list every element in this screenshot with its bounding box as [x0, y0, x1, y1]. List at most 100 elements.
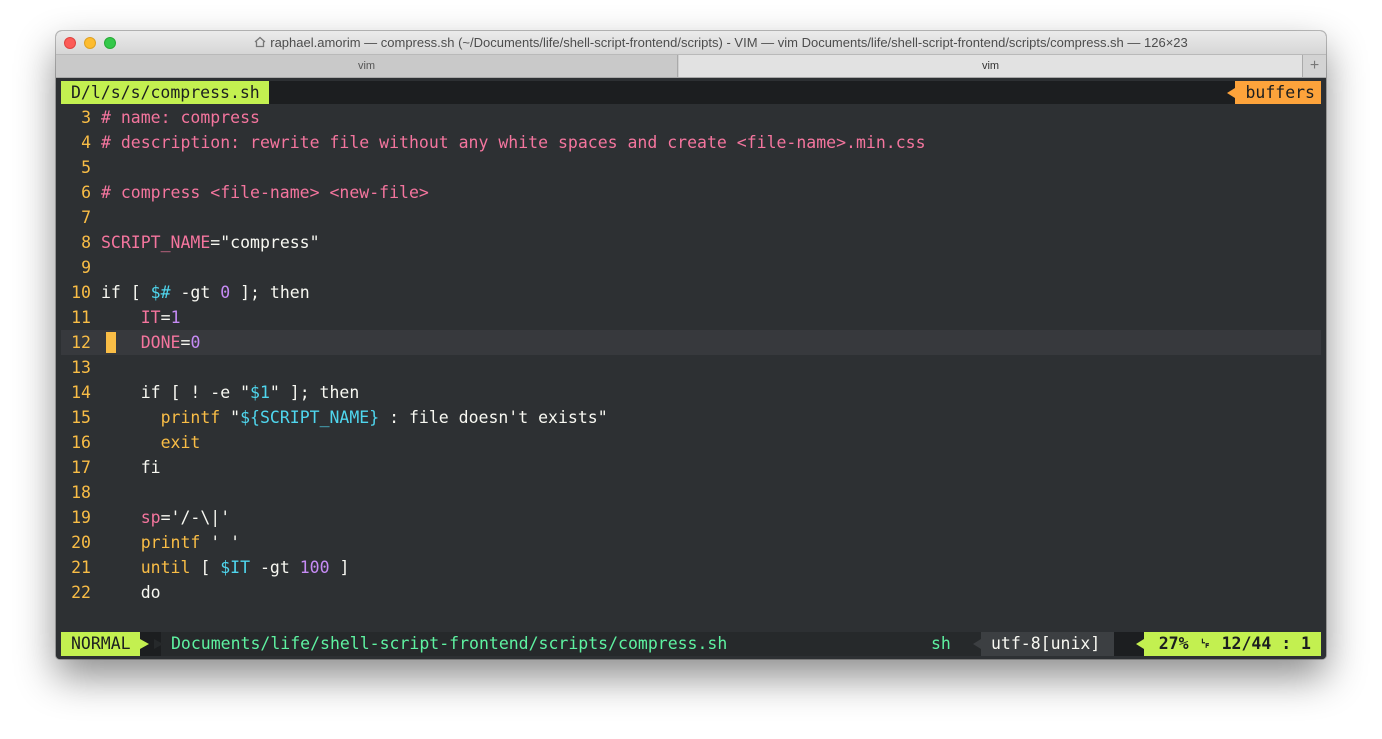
line-number: 14 [71, 383, 91, 402]
line-number: 3 [81, 108, 91, 127]
line-number: 4 [81, 133, 91, 152]
title-bar[interactable]: raphael.amorim — compress.sh (~/Document… [56, 31, 1326, 55]
line-number: 18 [71, 483, 91, 502]
code-line[interactable]: 5 [56, 155, 1326, 180]
line-text: until [ $IT -gt 100 ] [101, 555, 350, 580]
code-line-current[interactable]: 12 DONE=0 [61, 330, 1321, 355]
line-text: printf "${SCRIPT_NAME} : file doesn't ex… [101, 405, 608, 430]
line-number: 6 [81, 183, 91, 202]
code-line[interactable]: 11 IT=1 [56, 305, 1326, 330]
code-token: if [ ! -e " [101, 383, 251, 402]
tab-vim-1[interactable]: vim [56, 55, 678, 77]
code-token: = [180, 333, 191, 352]
code-line[interactable]: 18 [56, 480, 1326, 505]
vim-statusline: Documents/life/shell-script-frontend/scr… [61, 632, 1321, 656]
line-text: # compress <file-name> <new-file> [101, 180, 429, 205]
code-line[interactable]: 21 until [ $IT -gt 100 ] [56, 555, 1326, 580]
code-token: # compress <file-name> <new-file> [101, 183, 429, 202]
code-token: printf [140, 533, 201, 552]
code-token: DONE [140, 333, 181, 352]
code-token: : file doesn't exists" [379, 408, 608, 427]
new-tab-button[interactable]: + [1302, 55, 1326, 77]
line-number: 7 [81, 208, 91, 227]
line-number: 9 [81, 258, 91, 277]
code-token: ] [329, 558, 350, 577]
code-token: $IT [220, 558, 251, 577]
line-text: printf ' ' [101, 530, 240, 555]
line-number: 21 [71, 558, 91, 577]
window-title-text: raphael.amorim — compress.sh (~/Document… [270, 35, 1188, 50]
code-line[interactable]: 20 printf ' ' [56, 530, 1326, 555]
code-token: do [101, 583, 161, 602]
line-number: 8 [81, 233, 91, 252]
code-line[interactable]: 14 if [ ! -e "$1" ]; then [56, 380, 1326, 405]
code-token: if [ [101, 283, 151, 302]
code-token: sp [140, 508, 161, 527]
vim-editor[interactable]: D/l/s/s/compress.sh buffers 3 # name: com… [56, 78, 1326, 659]
code-token: $# [150, 283, 171, 302]
code-token: # name: compress [101, 108, 260, 127]
line-text: do [101, 580, 161, 605]
code-line[interactable]: 7 [56, 205, 1326, 230]
code-token: 0 [190, 333, 201, 352]
line-number: 10 [71, 283, 91, 302]
tab-vim-2[interactable]: vim [679, 55, 1302, 77]
code-token: $1 [250, 383, 270, 402]
code-token: = [160, 308, 171, 327]
code-token: exit [160, 433, 201, 452]
code-line[interactable]: 16 exit [56, 430, 1326, 455]
code-line[interactable]: 8 SCRIPT_NAME="compress" [56, 230, 1326, 255]
code-token: # description: rewrite file without any … [101, 133, 926, 152]
line-number: 15 [71, 408, 91, 427]
line-text: # name: compress [101, 105, 260, 130]
code-line[interactable]: 6 # compress <file-name> <new-file> [56, 180, 1326, 205]
line-text: fi [101, 455, 161, 480]
code-line[interactable]: 15 printf "${SCRIPT_NAME} : file doesn't… [56, 405, 1326, 430]
code-line[interactable]: 10 if [ $# -gt 0 ]; then [56, 280, 1326, 305]
line-number: 17 [71, 458, 91, 477]
tabline-buffers-label: buffers [1227, 81, 1321, 104]
line-number: 16 [71, 433, 91, 452]
vim-tabline: D/l/s/s/compress.sh buffers [61, 81, 1321, 104]
line-text: if [ ! -e "$1" ]; then [101, 380, 360, 405]
close-button[interactable] [64, 37, 76, 49]
line-text: DONE=0 [101, 330, 201, 355]
code-token: 100 [299, 558, 330, 577]
code-token: IT [140, 308, 161, 327]
code-token: fi [101, 458, 161, 477]
line-number: 20 [71, 533, 91, 552]
minimize-button[interactable] [84, 37, 96, 49]
line-number: 5 [81, 158, 91, 177]
line-text: if [ $# -gt 0 ]; then [101, 280, 310, 305]
tabline-current-file[interactable]: D/l/s/s/compress.sh [61, 81, 269, 104]
code-token: ' ' [200, 533, 241, 552]
code-line[interactable]: 19 sp='/-\|' [56, 505, 1326, 530]
code-token: ='/-\|' [160, 508, 231, 527]
line-text: exit [101, 430, 201, 455]
code-line[interactable]: 17 fi [56, 455, 1326, 480]
statusline-separator [154, 639, 163, 649]
tab-bar: vim vim + [56, 55, 1326, 78]
code-token: -gt [170, 283, 221, 302]
window-title: raphael.amorim — compress.sh (~/Document… [136, 35, 1306, 51]
line-number: 13 [71, 358, 91, 377]
code-line[interactable]: 22 do [56, 580, 1326, 605]
line-text: SCRIPT_NAME="compress" [101, 230, 320, 255]
statusline-file-path: Documents/life/shell-script-frontend/scr… [161, 632, 991, 656]
terminal-window: raphael.amorim — compress.sh (~/Document… [56, 31, 1326, 659]
code-line[interactable]: 13 [56, 355, 1326, 380]
code-line[interactable]: 4 # description: rewrite file without any… [56, 130, 1326, 155]
line-text: sp='/-\|' [101, 505, 230, 530]
maximize-button[interactable] [104, 37, 116, 49]
code-line[interactable]: 3 # name: compress [56, 105, 1326, 130]
code-token: ]; then [230, 283, 310, 302]
code-token: -gt [250, 558, 300, 577]
code-area[interactable]: 3 # name: compress 4 # description: rewrite… [56, 105, 1326, 605]
line-number: 19 [71, 508, 91, 527]
code-line[interactable]: 9 [56, 255, 1326, 280]
